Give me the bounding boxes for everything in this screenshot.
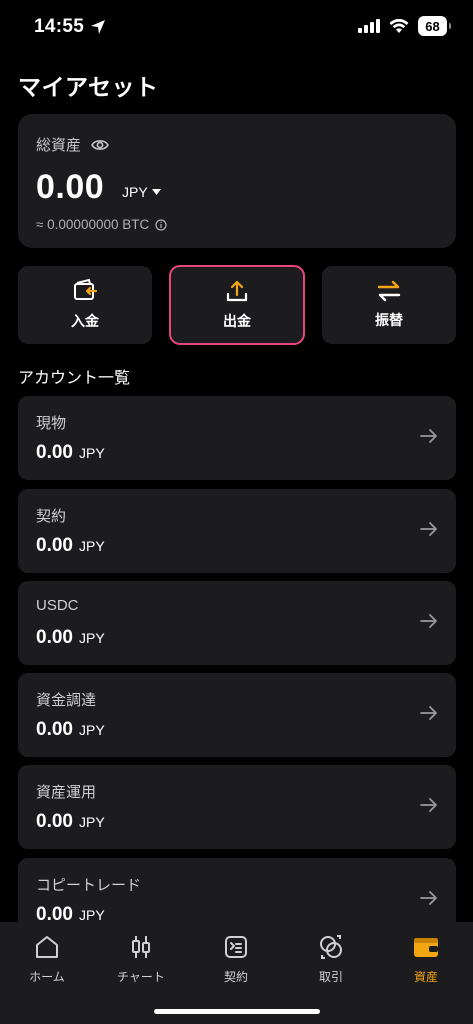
status-bar: 14:55 68: [0, 0, 473, 54]
account-name: コピートレード: [36, 877, 142, 894]
account-amount: 0.00: [36, 719, 73, 740]
account-value: 0.00 JPY: [36, 627, 105, 649]
deposit-wallet-icon: [74, 279, 98, 300]
nav-trade-label: 取引: [318, 970, 343, 984]
account-name: USDC: [36, 597, 79, 614]
currency-label: JPY: [122, 184, 148, 200]
eye-icon[interactable]: [91, 138, 109, 152]
account-amount: 0.00: [36, 442, 73, 463]
account-value: 0.00 JPY: [36, 442, 105, 464]
arrow-right-icon: [420, 614, 437, 628]
withdraw-button[interactable]: 出金: [169, 265, 305, 345]
transfer-label: 振替: [375, 312, 403, 328]
currency-selector[interactable]: JPY: [122, 184, 161, 200]
nav-trade[interactable]: 取引: [284, 934, 378, 985]
battery-level: 68: [425, 18, 440, 34]
asset-btc-value: ≈ 0.00000000 BTC: [36, 217, 150, 232]
withdraw-upload-icon: [226, 280, 248, 302]
cellular-signal-icon: [358, 19, 380, 33]
nav-contract-label: 契約: [223, 970, 248, 984]
asset-label: 総資産: [36, 137, 82, 154]
account-card-usdc[interactable]: USDC 0.00 JPY: [18, 581, 456, 665]
home-indicator[interactable]: [154, 1009, 320, 1014]
deposit-label: 入金: [71, 313, 99, 329]
info-icon[interactable]: [155, 218, 167, 231]
account-card-contract[interactable]: 契約 0.00 JPY: [18, 489, 456, 573]
account-card-funding[interactable]: 資金調達 0.00 JPY: [18, 673, 456, 757]
arrow-right-icon: [420, 798, 437, 812]
arrow-right-icon: [420, 522, 437, 536]
nav-contract[interactable]: 契約: [189, 934, 283, 985]
asset-amount: 0.00: [36, 168, 105, 206]
account-value: 0.00 JPY: [36, 535, 105, 557]
nav-chart-label: チャート: [117, 970, 165, 984]
transfer-button[interactable]: 振替: [322, 266, 456, 344]
status-time: 14:55: [34, 16, 106, 38]
account-name: 資産運用: [36, 784, 97, 801]
nav-home[interactable]: ホーム: [0, 934, 94, 985]
account-card-spot[interactable]: 現物 0.00 JPY: [18, 396, 456, 480]
location-arrow-icon: [91, 20, 106, 34]
arrow-right-icon: [420, 429, 437, 443]
wallet-icon: [414, 938, 438, 957]
battery-indicator: 68: [418, 16, 451, 36]
accounts-section-title: アカウント一覧: [18, 370, 131, 387]
account-unit: JPY: [78, 907, 105, 923]
account-value: 0.00 JPY: [36, 811, 105, 833]
trade-icon: [320, 935, 342, 959]
arrow-right-icon: [420, 706, 437, 720]
contract-icon: [225, 936, 247, 958]
nav-assets[interactable]: 資産: [379, 934, 473, 985]
transfer-arrows-icon: [377, 280, 401, 302]
arrow-right-icon: [420, 891, 437, 905]
wifi-icon: [389, 18, 409, 33]
account-name: 契約: [36, 508, 67, 525]
nav-chart[interactable]: チャート: [94, 934, 188, 985]
deposit-button[interactable]: 入金: [18, 266, 152, 344]
account-value: 0.00 JPY: [36, 719, 105, 741]
total-asset-card: 総資産 0.00 JPY ≈ 0.00000000 BTC: [18, 114, 456, 248]
account-amount: 0.00: [36, 535, 73, 556]
account-unit: JPY: [78, 630, 105, 646]
candlestick-icon: [132, 936, 150, 958]
withdraw-label: 出金: [223, 313, 251, 329]
caret-down-icon: [151, 189, 161, 195]
account-card-earn[interactable]: 資産運用 0.00 JPY: [18, 765, 456, 849]
status-indicators: 68: [358, 16, 451, 36]
action-buttons: 入金 出金 振替: [18, 265, 456, 345]
account-name: 資金調達: [36, 692, 97, 709]
asset-label-row: 総資産: [36, 134, 109, 155]
asset-btc-row: ≈ 0.00000000 BTC: [36, 217, 167, 232]
account-unit: JPY: [78, 722, 105, 738]
account-unit: JPY: [78, 445, 105, 461]
account-unit: JPY: [78, 538, 105, 554]
nav-home-label: ホーム: [29, 970, 65, 984]
account-amount: 0.00: [36, 627, 73, 648]
account-unit: JPY: [78, 814, 105, 830]
account-name: 現物: [36, 415, 67, 432]
nav-assets-label: 資産: [413, 970, 438, 984]
account-amount: 0.00: [36, 811, 73, 832]
page-title: マイアセット: [18, 74, 159, 100]
home-icon: [36, 936, 58, 958]
clock-text: 14:55: [34, 16, 85, 37]
